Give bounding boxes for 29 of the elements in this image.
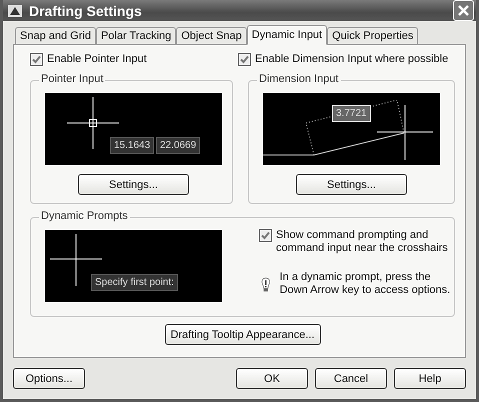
tab[interactable]: Object Snap bbox=[176, 27, 247, 44]
checkbox[interactable]: Enable Pointer Input bbox=[30, 53, 238, 66]
prompt-tooltip: Specify first point: bbox=[91, 274, 178, 291]
checkbox-box[interactable] bbox=[238, 53, 251, 66]
tooltip-appearance-button[interactable]: Drafting Tooltip Appearance... bbox=[164, 324, 320, 345]
group-title: Pointer Input bbox=[39, 73, 106, 85]
coordinate-tooltip: 15.1643 bbox=[110, 137, 154, 154]
coordinate-tooltip: 22.0669 bbox=[156, 137, 200, 154]
options-button[interactable]: Options... bbox=[13, 368, 85, 389]
close-button[interactable] bbox=[453, 0, 474, 21]
settings-button[interactable]: Settings... bbox=[78, 174, 189, 195]
checkbox-label: Enable Pointer Input bbox=[47, 53, 147, 66]
group-title: Dynamic Prompts bbox=[39, 210, 130, 222]
checkbox-box[interactable] bbox=[30, 53, 43, 66]
tab[interactable]: Snap and Grid bbox=[15, 27, 96, 44]
window-title: Drafting Settings bbox=[29, 2, 143, 18]
ok-button[interactable]: OK bbox=[236, 368, 308, 389]
close-icon bbox=[457, 4, 470, 17]
tab[interactable]: Dynamic Input bbox=[246, 25, 328, 45]
group-title: Dimension Input bbox=[257, 73, 340, 85]
checkbox-box[interactable] bbox=[259, 229, 272, 242]
tab[interactable]: Quick Properties bbox=[327, 27, 418, 44]
dimension-value-field: 3.7721 bbox=[332, 105, 371, 122]
help-button[interactable]: Help bbox=[394, 368, 466, 389]
cancel-button[interactable]: Cancel bbox=[315, 368, 387, 389]
tab[interactable]: Polar Tracking bbox=[96, 27, 176, 44]
settings-button[interactable]: Settings... bbox=[296, 174, 407, 195]
tip-text: In a dynamic prompt, press the Down Arrow key to access options. bbox=[280, 271, 452, 298]
app-icon bbox=[7, 2, 23, 18]
